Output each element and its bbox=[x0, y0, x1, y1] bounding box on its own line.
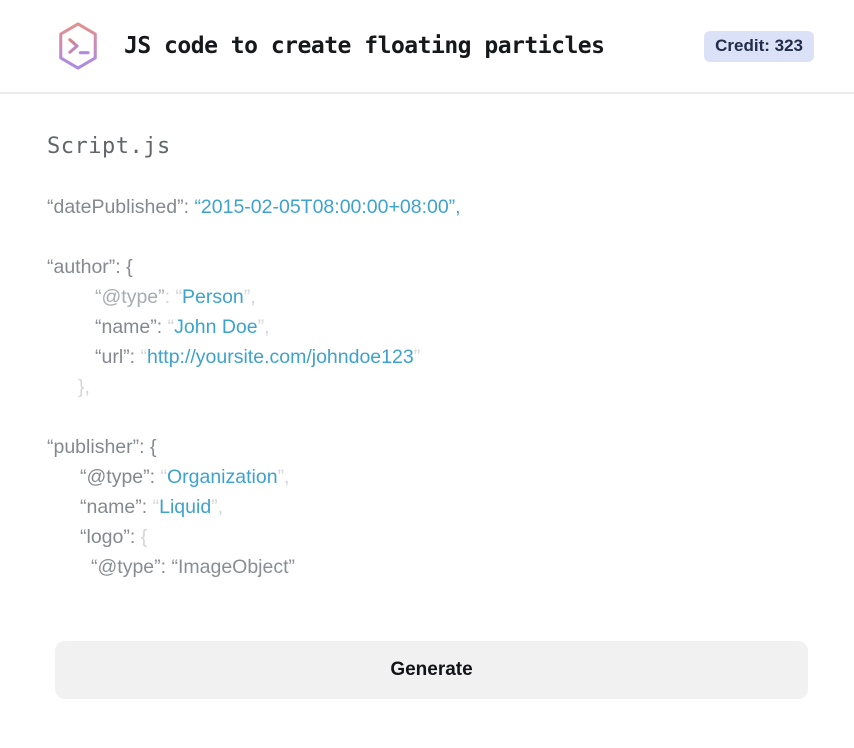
code-line: “name”: “Liquid”, bbox=[47, 492, 807, 522]
code-token: }, bbox=[78, 376, 90, 398]
footer: Generate bbox=[55, 641, 808, 699]
code-token: “logo” bbox=[80, 526, 130, 548]
code-token: Person bbox=[181, 286, 244, 308]
generate-button[interactable]: Generate bbox=[55, 641, 808, 699]
page-title: JS code to create floating particles bbox=[124, 33, 605, 59]
code-token: : bbox=[149, 466, 161, 488]
header: JS code to create floating particles Cre… bbox=[0, 0, 854, 94]
code-token: : bbox=[164, 286, 176, 308]
code-token: “name” bbox=[80, 496, 142, 518]
code-token: ”, bbox=[277, 466, 290, 488]
code-token: Liquid bbox=[159, 496, 212, 518]
code-token: ”, bbox=[257, 316, 270, 338]
code-token: “@type”: “ImageObject” bbox=[91, 556, 296, 578]
code-token: ” bbox=[413, 346, 421, 368]
code-block: “datePublished”: “2015-02-05T08:00:00+08… bbox=[47, 192, 807, 582]
code-token: http://yoursite.com/johndoe123 bbox=[147, 346, 414, 368]
code-token: “datePublished” bbox=[47, 196, 184, 218]
code-line: “logo”: { bbox=[47, 522, 807, 552]
code-token: ”, bbox=[211, 496, 224, 518]
code-token: “author”: { bbox=[47, 256, 133, 278]
code-token: Organization bbox=[166, 466, 278, 488]
code-line: “datePublished”: “2015-02-05T08:00:00+08… bbox=[47, 192, 807, 222]
code-token: “@type” bbox=[80, 466, 150, 488]
code-token: { bbox=[140, 526, 148, 548]
code-line: }, bbox=[47, 372, 807, 402]
code-line: “url”: “http://yoursite.com/johndoe123” bbox=[47, 342, 807, 372]
code-token: “url” bbox=[95, 346, 130, 368]
code-line: “author”: { bbox=[47, 252, 807, 282]
app-window: JS code to create floating particles Cre… bbox=[0, 0, 854, 699]
code-line: “@type”: “ImageObject” bbox=[47, 552, 807, 582]
code-line: “publisher”: { bbox=[47, 432, 807, 462]
code-token: John Doe bbox=[174, 316, 258, 338]
code-line: “@type”: “Person”, bbox=[47, 282, 807, 312]
filename-label: Script.js bbox=[47, 134, 171, 159]
code-line: “@type”: “Organization”, bbox=[47, 462, 807, 492]
code-token: “@type” bbox=[95, 286, 165, 308]
code-token: : bbox=[156, 316, 168, 338]
code-token: : bbox=[129, 526, 141, 548]
code-token: ”, bbox=[243, 286, 256, 308]
code-line: “name”: “John Doe”, bbox=[47, 312, 807, 342]
code-token: “publisher”: { bbox=[47, 436, 157, 458]
code-token: “2015-02-05T08:00:00+08:00”, bbox=[194, 196, 461, 218]
code-token: “name” bbox=[95, 316, 157, 338]
code-token: : bbox=[141, 496, 153, 518]
credit-badge: Credit: 323 bbox=[704, 30, 814, 62]
code-token: : bbox=[183, 196, 195, 218]
code-panel: Script.js “datePublished”: “2015-02-05T0… bbox=[0, 94, 854, 582]
terminal-prompt-hexagon-icon bbox=[55, 21, 101, 71]
code-token: : bbox=[129, 346, 141, 368]
